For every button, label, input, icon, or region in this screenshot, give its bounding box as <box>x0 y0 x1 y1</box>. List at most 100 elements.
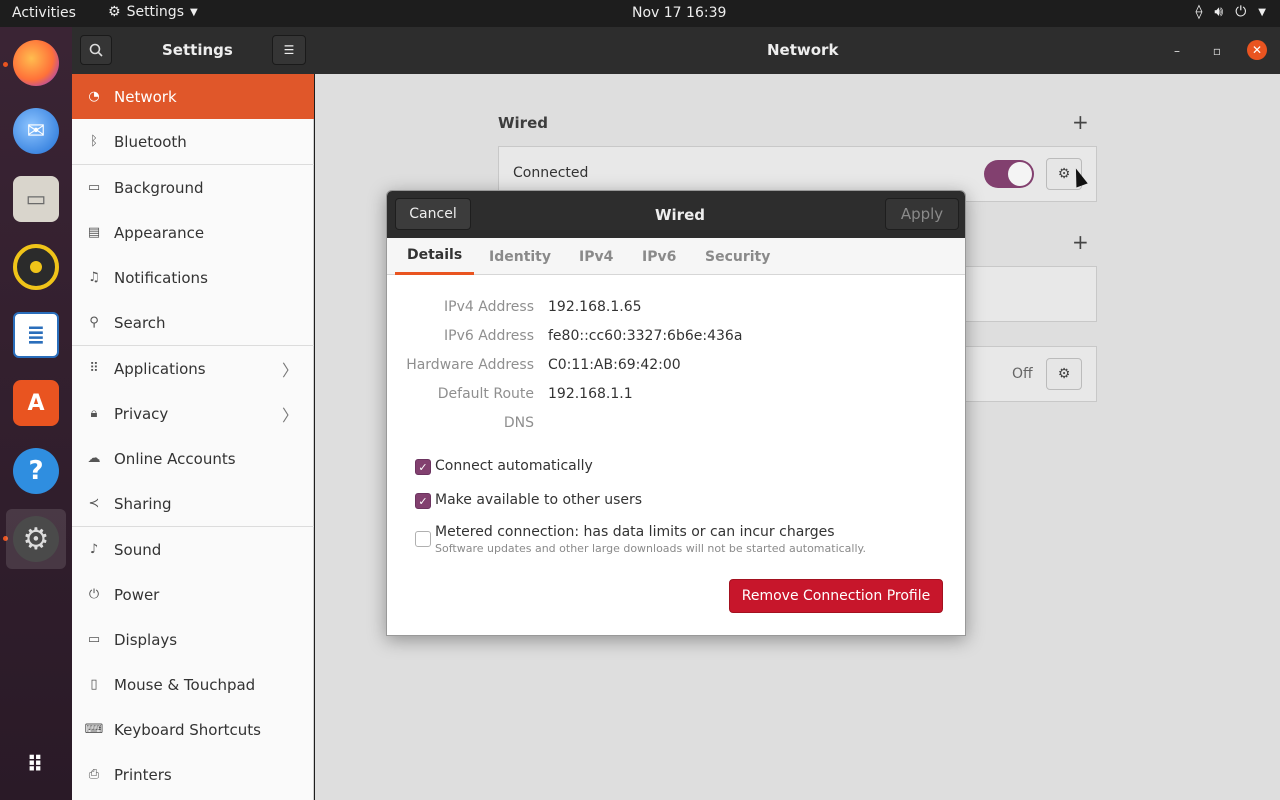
dock-software[interactable]: A <box>6 373 66 433</box>
wired-toggle[interactable] <box>984 160 1034 188</box>
sidebar-item-displays[interactable]: ▭ Displays <box>72 617 314 662</box>
sidebar-item-label: Displays <box>114 630 178 649</box>
chevron-right-icon: 〉 <box>281 405 298 425</box>
metered-connection-hint: Software updates and other large downloa… <box>435 542 866 555</box>
toggle-knob <box>1008 162 1032 186</box>
default-route-label: Default Route <box>437 386 534 402</box>
dock-writer[interactable]: ≣ <box>6 305 66 365</box>
available-to-others-checkbox[interactable]: ✓ <box>415 493 431 509</box>
wired-settings-dialog: Cancel Wired Apply Details Identity IPv4… <box>386 190 966 636</box>
dock-files[interactable]: ▭ <box>6 169 66 229</box>
dialog-header: Cancel Wired Apply <box>387 191 965 238</box>
clock[interactable]: Nov 17 16:39 <box>632 5 726 21</box>
search-icon <box>89 43 103 57</box>
cancel-button[interactable]: Cancel <box>395 198 471 230</box>
ipv6-label: IPv6 Address <box>444 328 534 344</box>
add-vpn-button[interactable]: + <box>1072 230 1089 254</box>
wired-section-title: Wired <box>498 114 548 132</box>
remove-connection-profile-button[interactable]: Remove Connection Profile <box>729 579 943 613</box>
sidebar-item-label: Sharing <box>114 494 172 513</box>
close-button[interactable]: ✕ <box>1247 40 1267 60</box>
default-route-value: 192.168.1.1 <box>548 386 633 402</box>
add-wired-button[interactable]: + <box>1072 110 1089 134</box>
tab-ipv4[interactable]: IPv4 <box>567 238 625 275</box>
sidebar-item-background[interactable]: ▭ Background <box>72 165 314 210</box>
dock-help[interactable]: ? <box>6 441 66 501</box>
maximize-icon: ▫ <box>1212 44 1222 58</box>
sidebar-item-label: Applications <box>114 359 206 378</box>
gear-icon: ⚙ <box>1057 166 1071 182</box>
connect-automatically-label[interactable]: Connect automatically <box>435 458 593 474</box>
proxy-settings-button[interactable]: ⚙ <box>1046 358 1082 390</box>
cloud-icon: ☁ <box>87 451 101 466</box>
proxy-status: Off <box>1012 366 1033 382</box>
chevron-right-icon: 〉 <box>281 360 298 380</box>
triangle-down-icon: ▼ <box>189 6 198 18</box>
available-to-others-label[interactable]: Make available to other users <box>435 492 642 508</box>
sidebar-item-power[interactable]: ⏻ Power <box>72 572 314 617</box>
sidebar-item-notifications[interactable]: ♫ Notifications <box>72 255 314 300</box>
software-bag-icon: A <box>13 380 59 426</box>
sidebar-item-label: Network <box>114 87 177 106</box>
hamburger-menu-button[interactable]: ☰ <box>272 35 306 65</box>
dock-settings[interactable]: ⚙ <box>6 509 66 569</box>
tab-details[interactable]: Details <box>395 238 475 275</box>
sidebar-item-search[interactable]: ⚲ Search <box>72 300 314 345</box>
hamburger-icon: ☰ <box>283 43 295 57</box>
app-menu-label: Settings <box>126 4 184 20</box>
sidebar-item-mouse-touchpad[interactable]: ▯ Mouse & Touchpad <box>72 662 314 707</box>
activities-button[interactable]: Activities <box>12 5 76 21</box>
sidebar-item-label: Bluetooth <box>114 132 187 151</box>
sidebar-item-online-accounts[interactable]: ☁ Online Accounts <box>72 436 314 481</box>
metered-connection-label[interactable]: Metered connection: has data limits or c… <box>435 524 835 540</box>
sidebar-item-applications[interactable]: ⠿ Applications 〉 <box>72 346 314 391</box>
sidebar: ◔ Network ᛒ Bluetooth ▭ Background ▤ Appeara… <box>72 74 314 800</box>
search-button[interactable] <box>80 35 112 65</box>
sidebar-item-keyboard-shortcuts[interactable]: ⌨ Keyboard Shortcuts <box>72 707 314 752</box>
gear-icon: ⚙ <box>108 4 121 20</box>
sidebar-item-sharing[interactable]: ≺ Sharing <box>72 481 314 526</box>
ipv6-value: fe80::cc60:3327:6b6e:436a <box>548 328 743 344</box>
power-icon: ⏻ <box>88 587 100 602</box>
dock-rhythmbox[interactable] <box>6 237 66 297</box>
apply-button[interactable]: Apply <box>885 198 959 230</box>
dock-thunderbird[interactable]: ✉ <box>6 101 66 161</box>
tab-security[interactable]: Security <box>693 238 782 275</box>
sidebar-item-label: Sound <box>114 540 162 559</box>
keyboard-icon: ⌨ <box>84 722 104 737</box>
sidebar-item-sound[interactable]: ♪ Sound <box>72 527 314 572</box>
mouse-icon: ▯ <box>90 677 98 692</box>
sidebar-item-label: Appearance <box>114 223 205 242</box>
sidebar-item-bluetooth[interactable]: ᛒ Bluetooth <box>72 119 314 164</box>
dialog-tabs: Details Identity IPv4 IPv6 Security <box>387 238 965 275</box>
grid-icon: ⠿ <box>89 361 99 376</box>
sidebar-item-privacy[interactable]: 🔒︎ Privacy 〉 <box>72 391 314 436</box>
rhythmbox-icon <box>13 244 59 290</box>
minimize-button[interactable]: – <box>1167 41 1187 61</box>
metered-connection-checkbox[interactable] <box>415 531 431 547</box>
minimize-icon: – <box>1174 44 1180 58</box>
system-tray[interactable]: ⟠ 🔊︎ ⏻ ▼ <box>1195 4 1266 20</box>
plus-icon: + <box>1072 110 1089 134</box>
sidebar-item-network[interactable]: ◔ Network <box>72 74 314 119</box>
app-menu[interactable]: ⚙ Settings ▼ <box>108 4 198 20</box>
close-icon: ✕ <box>1251 43 1263 57</box>
checkmark-icon: ✓ <box>418 460 428 474</box>
help-icon: ? <box>13 448 59 494</box>
connect-automatically-checkbox[interactable]: ✓ <box>415 459 431 475</box>
maximize-button[interactable]: ▫ <box>1207 41 1227 61</box>
dialog-title: Wired <box>655 206 705 224</box>
settings-title: Settings <box>162 41 233 59</box>
dock-firefox[interactable] <box>6 33 66 93</box>
app-grid-icon: ⠿ <box>26 752 46 778</box>
sidebar-item-label: Notifications <box>114 268 208 287</box>
sidebar-item-label: Keyboard Shortcuts <box>114 720 261 739</box>
tab-ipv6[interactable]: IPv6 <box>630 238 688 275</box>
tab-identity[interactable]: Identity <box>477 238 563 275</box>
show-applications-button[interactable]: ⠿ <box>6 735 66 795</box>
sidebar-item-printers[interactable]: ⎙ Printers <box>72 752 314 797</box>
sidebar-item-appearance[interactable]: ▤ Appearance <box>72 210 314 255</box>
ipv4-value: 192.168.1.65 <box>548 299 642 315</box>
network-icon: ◔ <box>88 89 100 104</box>
music-icon: ♪ <box>89 542 99 557</box>
